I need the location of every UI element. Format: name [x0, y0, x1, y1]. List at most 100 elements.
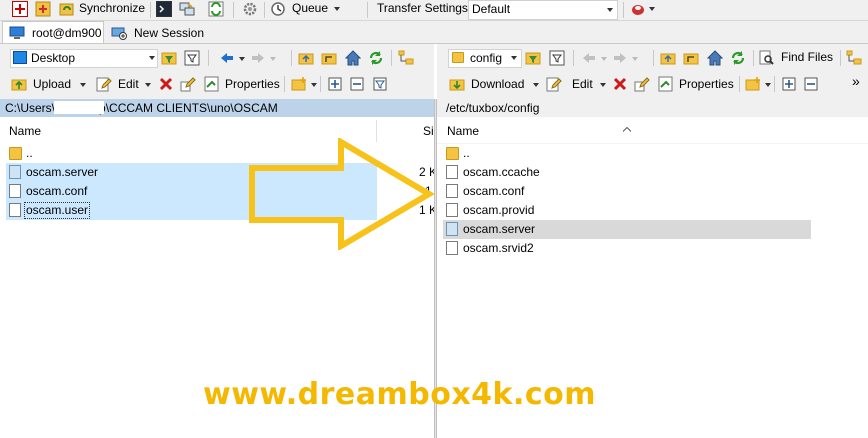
select-all-icon[interactable]	[327, 76, 343, 92]
file-icon	[9, 203, 21, 217]
list-item[interactable]: oscam.server	[437, 220, 868, 239]
file-name: ..	[26, 146, 33, 160]
server-file-icon	[446, 222, 458, 236]
find-files-icon[interactable]	[759, 50, 775, 66]
session-tabs: root@dm900 New Session	[0, 21, 868, 44]
edit-icon[interactable]	[546, 76, 562, 92]
queue-icon[interactable]	[270, 1, 286, 17]
filter-icon[interactable]	[161, 50, 177, 66]
file-name: oscam.server	[26, 165, 99, 179]
main-toolbar: Synchronize Queue Transfer Settings Defa…	[0, 0, 868, 20]
new-folder-icon[interactable]	[291, 76, 307, 92]
edit-button[interactable]: Edit	[572, 76, 593, 92]
upload-icon[interactable]	[11, 76, 27, 92]
list-item[interactable]: oscam.srvid2	[437, 239, 868, 258]
transfer-icon[interactable]	[12, 1, 28, 17]
parent-directory-icon[interactable]	[660, 50, 676, 66]
delete-icon[interactable]	[612, 76, 628, 92]
refresh-icon[interactable]	[368, 50, 384, 66]
filter-mask-icon[interactable]	[372, 76, 388, 92]
upload-button[interactable]: Upload	[33, 76, 71, 92]
find-files-button[interactable]: Find Files	[781, 49, 833, 65]
file-name: ..	[463, 146, 470, 160]
tree-view-icon[interactable]	[846, 50, 862, 66]
home-icon[interactable]	[344, 50, 362, 66]
list-item[interactable]: oscam.ccache	[437, 163, 868, 182]
root-directory-icon[interactable]	[683, 50, 699, 66]
tree-view-icon[interactable]	[398, 50, 414, 66]
properties-button[interactable]: Properties	[679, 76, 734, 92]
gear-icon[interactable]	[242, 1, 258, 17]
edit-button[interactable]: Edit	[118, 76, 139, 92]
delete-icon[interactable]	[158, 76, 174, 92]
select-all-icon[interactable]	[781, 76, 797, 92]
column-name-header[interactable]: Name	[447, 123, 479, 139]
download-button[interactable]: Download	[471, 76, 524, 92]
tab-label: New Session	[134, 26, 205, 40]
server-file-icon	[9, 165, 21, 179]
download-icon[interactable]	[449, 76, 465, 92]
filter-toggle-icon[interactable]	[184, 50, 200, 66]
column-size-header[interactable]: Si	[423, 123, 434, 139]
edit-dropdown-icon[interactable]	[145, 83, 151, 87]
properties-button[interactable]: Properties	[225, 76, 280, 92]
properties-icon[interactable]	[204, 76, 220, 92]
new-folder-icon[interactable]	[745, 76, 761, 92]
edit-dropdown-icon[interactable]	[600, 83, 606, 87]
back-dropdown-icon[interactable]	[239, 57, 245, 61]
refresh-icon[interactable]	[730, 50, 746, 66]
new-dropdown-icon[interactable]	[311, 83, 317, 87]
filter-toggle-icon[interactable]	[549, 50, 565, 66]
back-icon[interactable]	[219, 50, 235, 66]
deselect-icon[interactable]	[803, 76, 819, 92]
list-item[interactable]: oscam.provid	[437, 201, 868, 220]
more-toolbar-button[interactable]: »	[852, 73, 860, 89]
new-session-icon	[111, 25, 127, 41]
column-name-header[interactable]: Name	[9, 123, 41, 139]
queue-dropdown-icon[interactable]	[334, 7, 340, 11]
forward-dropdown-icon	[632, 57, 638, 61]
upload-dropdown-icon[interactable]	[80, 83, 86, 87]
synchronize-icon[interactable]	[59, 1, 75, 17]
download-dropdown-icon[interactable]	[533, 83, 539, 87]
edit-icon[interactable]	[96, 76, 112, 92]
forward-icon	[250, 50, 266, 66]
list-item[interactable]: oscam.conf	[437, 182, 868, 201]
queue-button[interactable]: Queue	[292, 0, 328, 16]
chevron-down-icon	[149, 56, 155, 60]
new-dropdown-icon[interactable]	[765, 83, 771, 87]
file-icon	[9, 184, 21, 198]
preferences-dropdown-icon[interactable]	[649, 7, 655, 11]
right-location-value: config	[470, 51, 503, 65]
parent-directory-icon[interactable]	[298, 50, 314, 66]
right-toolbar: config Find Files Download Edit Properti…	[437, 44, 868, 99]
putty-icon[interactable]	[179, 1, 195, 17]
console-icon[interactable]	[156, 1, 172, 17]
chevron-down-icon	[607, 8, 613, 12]
deselect-icon[interactable]	[349, 76, 365, 92]
tab-root-dm900[interactable]: root@dm900	[2, 21, 104, 44]
home-icon[interactable]	[706, 50, 724, 66]
properties-icon[interactable]	[658, 76, 674, 92]
filter-icon[interactable]	[525, 50, 541, 66]
transfer-settings-label: Transfer Settings	[377, 1, 468, 15]
list-item[interactable]: ..	[437, 144, 868, 163]
preferences-icon[interactable]	[630, 1, 646, 17]
file-name: oscam.srvid2	[463, 241, 534, 255]
file-icon	[446, 203, 458, 217]
sync-icon[interactable]	[35, 1, 51, 17]
tab-new-session[interactable]: New Session	[107, 22, 205, 43]
transfer-settings-select[interactable]: Default	[468, 0, 618, 20]
root-directory-icon[interactable]	[321, 50, 337, 66]
synchronize-button[interactable]: Synchronize	[79, 0, 145, 16]
refresh-sync-icon[interactable]	[208, 1, 224, 17]
left-location-select[interactable]: Desktop	[10, 49, 158, 68]
left-location-value: Desktop	[31, 51, 76, 65]
forward-icon	[612, 50, 628, 66]
right-location-select[interactable]: config	[448, 49, 522, 68]
back-dropdown-icon	[601, 57, 607, 61]
rename-icon[interactable]	[634, 76, 650, 92]
chevron-down-icon	[511, 56, 517, 60]
file-name: oscam.ccache	[463, 165, 540, 179]
rename-icon[interactable]	[180, 76, 196, 92]
